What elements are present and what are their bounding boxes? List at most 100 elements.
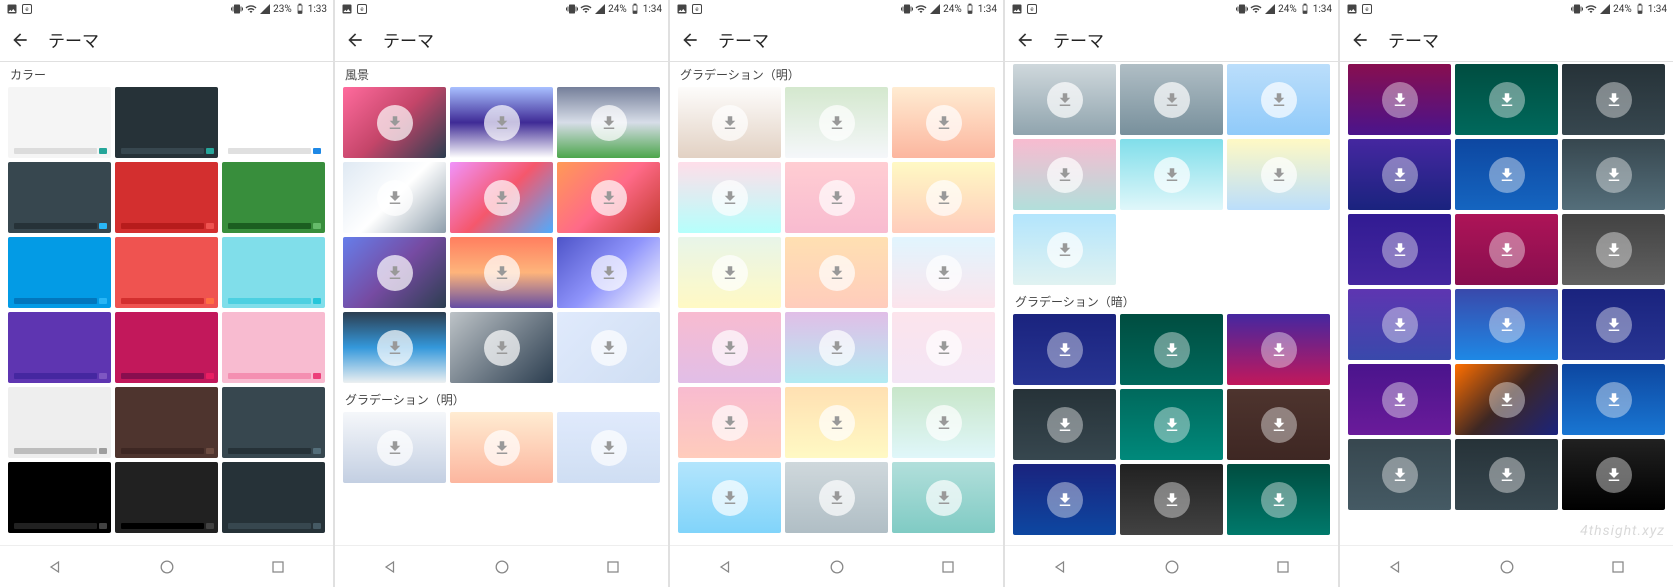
theme-tile[interactable] [1120, 139, 1223, 210]
download-icon[interactable] [377, 430, 413, 466]
download-icon[interactable] [1261, 407, 1297, 443]
theme-tile[interactable] [1562, 139, 1665, 210]
theme-tile[interactable] [343, 87, 446, 158]
back-button[interactable] [680, 30, 700, 50]
nav-recent-button[interactable] [603, 557, 623, 577]
nav-home-button[interactable] [157, 557, 177, 577]
theme-tile[interactable] [892, 237, 995, 308]
back-button[interactable] [10, 30, 30, 50]
download-icon[interactable] [1047, 82, 1083, 118]
back-button[interactable] [1015, 30, 1035, 50]
download-icon[interactable] [1596, 232, 1632, 268]
download-icon[interactable] [1047, 157, 1083, 193]
theme-tile[interactable] [1227, 139, 1330, 210]
theme-tile[interactable] [557, 412, 660, 483]
download-icon[interactable] [377, 105, 413, 141]
download-icon[interactable] [926, 480, 962, 516]
nav-home-button[interactable] [827, 557, 847, 577]
theme-tile[interactable] [1455, 364, 1558, 435]
theme-tile[interactable] [222, 237, 325, 308]
nav-recent-button[interactable] [268, 557, 288, 577]
download-icon[interactable] [591, 430, 627, 466]
theme-tile[interactable] [892, 387, 995, 458]
nav-recent-button[interactable] [1273, 557, 1293, 577]
nav-back-button[interactable] [716, 557, 736, 577]
download-icon[interactable] [712, 405, 748, 441]
theme-tile[interactable] [557, 87, 660, 158]
download-icon[interactable] [926, 330, 962, 366]
download-icon[interactable] [484, 330, 520, 366]
download-icon[interactable] [926, 105, 962, 141]
theme-tile[interactable] [8, 312, 111, 383]
theme-tile[interactable] [1455, 64, 1558, 135]
nav-back-button[interactable] [1386, 557, 1406, 577]
download-icon[interactable] [1261, 157, 1297, 193]
theme-tile[interactable] [343, 312, 446, 383]
theme-tile[interactable] [1013, 64, 1116, 135]
download-icon[interactable] [1489, 82, 1525, 118]
download-icon[interactable] [1382, 457, 1418, 493]
download-icon[interactable] [591, 105, 627, 141]
content-area[interactable]: グラデーション（暗） [1005, 62, 1338, 545]
download-icon[interactable] [1596, 157, 1632, 193]
theme-tile[interactable] [678, 162, 781, 233]
theme-tile[interactable] [450, 237, 553, 308]
download-icon[interactable] [1596, 82, 1632, 118]
nav-back-button[interactable] [381, 557, 401, 577]
theme-tile[interactable] [1227, 64, 1330, 135]
theme-tile[interactable] [8, 162, 111, 233]
theme-tile[interactable] [1562, 364, 1665, 435]
download-icon[interactable] [1154, 82, 1190, 118]
theme-tile[interactable] [1120, 314, 1223, 385]
nav-recent-button[interactable] [1608, 557, 1628, 577]
theme-tile[interactable] [1348, 139, 1451, 210]
download-icon[interactable] [1047, 232, 1083, 268]
download-icon[interactable] [1261, 332, 1297, 368]
theme-tile[interactable] [1013, 139, 1116, 210]
nav-back-button[interactable] [1051, 557, 1071, 577]
download-icon[interactable] [1382, 232, 1418, 268]
theme-tile[interactable] [343, 412, 446, 483]
theme-tile[interactable] [1348, 364, 1451, 435]
theme-tile[interactable] [1227, 464, 1330, 535]
nav-back-button[interactable] [46, 557, 66, 577]
download-icon[interactable] [484, 180, 520, 216]
theme-tile[interactable] [892, 462, 995, 533]
theme-tile[interactable] [785, 237, 888, 308]
download-icon[interactable] [1382, 307, 1418, 343]
theme-tile[interactable] [785, 462, 888, 533]
download-icon[interactable] [591, 255, 627, 291]
download-icon[interactable] [1047, 332, 1083, 368]
theme-tile[interactable] [1120, 64, 1223, 135]
theme-tile[interactable] [1120, 464, 1223, 535]
download-icon[interactable] [926, 255, 962, 291]
theme-tile[interactable] [8, 387, 111, 458]
download-icon[interactable] [926, 405, 962, 441]
theme-tile[interactable] [1455, 439, 1558, 510]
theme-tile[interactable] [115, 87, 218, 158]
download-icon[interactable] [1382, 82, 1418, 118]
theme-tile[interactable] [115, 387, 218, 458]
theme-tile[interactable] [8, 237, 111, 308]
download-icon[interactable] [1489, 457, 1525, 493]
theme-tile[interactable] [678, 237, 781, 308]
theme-tile[interactable] [1348, 214, 1451, 285]
download-icon[interactable] [712, 180, 748, 216]
theme-tile[interactable] [8, 462, 111, 533]
download-icon[interactable] [819, 105, 855, 141]
download-icon[interactable] [591, 180, 627, 216]
theme-tile[interactable] [343, 237, 446, 308]
theme-tile[interactable] [1348, 64, 1451, 135]
theme-tile[interactable] [1013, 314, 1116, 385]
theme-tile[interactable] [1455, 214, 1558, 285]
download-icon[interactable] [712, 330, 748, 366]
theme-tile[interactable] [1348, 289, 1451, 360]
theme-tile[interactable] [450, 312, 553, 383]
theme-tile[interactable] [557, 237, 660, 308]
nav-home-button[interactable] [492, 557, 512, 577]
download-icon[interactable] [712, 105, 748, 141]
theme-tile[interactable] [1013, 214, 1116, 285]
download-icon[interactable] [819, 255, 855, 291]
theme-tile[interactable] [450, 162, 553, 233]
download-icon[interactable] [819, 405, 855, 441]
